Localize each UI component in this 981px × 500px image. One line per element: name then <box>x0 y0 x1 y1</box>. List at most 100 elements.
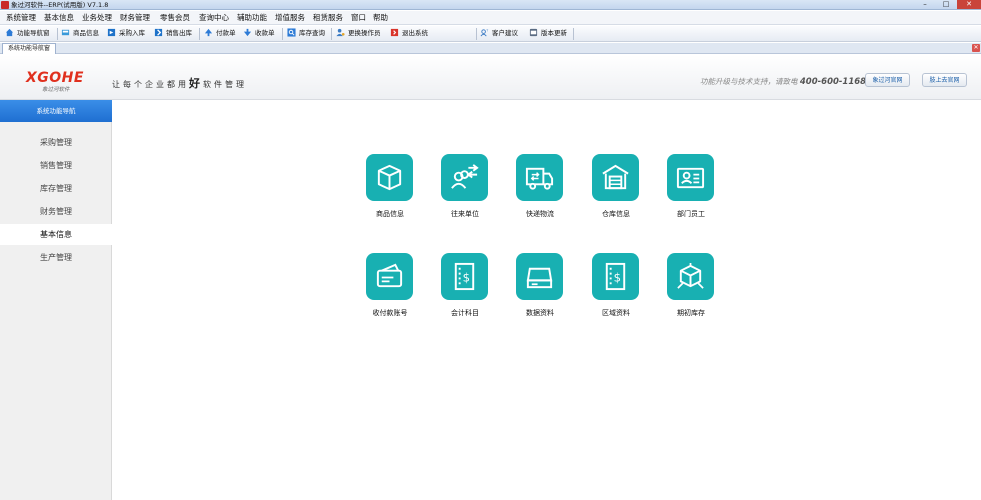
header-banner: XGOHE 象过河软件 让每个企业都用好软件管理 功能升级与技术支持，请致电 4… <box>0 55 981 100</box>
tile-icon-box <box>592 154 639 201</box>
toolbar-separator <box>331 28 332 40</box>
toolbar-exit-button[interactable]: 退出系统 <box>390 27 428 41</box>
toolbar-separator <box>476 28 477 40</box>
sidebar-header: 系统功能导航 <box>0 100 112 122</box>
toolbar-stock-query-button[interactable]: 库存查询 <box>287 27 325 41</box>
svg-text:?: ? <box>486 28 488 32</box>
sidebar-item-inventory[interactable]: 库存管理 <box>0 178 112 199</box>
minimize-button[interactable]: – <box>915 0 935 9</box>
product-icon <box>61 29 70 35</box>
tile-label: 仓库信息 <box>602 211 630 218</box>
menu-help[interactable]: 帮助 <box>373 11 388 25</box>
tile-icon-box <box>366 154 413 201</box>
menu-finance[interactable]: 财务管理 <box>120 11 150 25</box>
user-switch-icon <box>336 28 345 36</box>
slogan-pre: 让每个企业都用 <box>112 80 189 89</box>
toolbar-switch-user-button[interactable]: 更换操作员 <box>336 27 381 41</box>
toolbar-purchase-button[interactable]: 采购入库 <box>107 27 145 41</box>
tile-icon-box <box>516 154 563 201</box>
brand-subtitle: 象过河软件 <box>42 87 70 93</box>
box-icon <box>377 164 402 191</box>
support-phone: 400-600-1168 <box>799 77 867 87</box>
close-window-button[interactable]: ✕ <box>957 0 981 9</box>
maximize-button[interactable]: □ <box>936 0 956 9</box>
tile-icon-box <box>667 253 714 300</box>
close-tab-icon[interactable]: ✕ <box>972 44 980 52</box>
toolbar-product-button[interactable]: 商品信息 <box>61 27 99 41</box>
menu-value-added[interactable]: 增值服务 <box>275 11 305 25</box>
support-text: 功能升级与技术支持，请致电 <box>700 77 798 86</box>
window-titlebar: 象过河软件--ERP(试用版) V7.1.8 – □ ✕ <box>0 0 981 10</box>
search-icon <box>287 28 296 37</box>
tile-label: 会计科目 <box>451 310 479 317</box>
menu-system[interactable]: 系统管理 <box>6 11 36 25</box>
window-title: 象过河软件--ERP(试用版) V7.1.8 <box>11 1 109 9</box>
svg-text:$: $ <box>614 270 621 284</box>
toolbar-pay-button[interactable]: 付款单 <box>204 27 236 41</box>
truck-icon <box>525 167 554 190</box>
menu-retail[interactable]: 零售会员 <box>160 11 190 25</box>
sidebar-item-purchase[interactable]: 采购管理 <box>0 132 112 153</box>
drive-icon <box>526 267 553 289</box>
sidebar-item-finance[interactable]: 财务管理 <box>0 201 112 222</box>
toolbar-update-button[interactable]: 版本更新 <box>529 27 567 41</box>
id-card-icon <box>676 167 705 189</box>
toolbar-sales-button[interactable]: 销售出库 <box>154 27 192 41</box>
sidebar-item-production[interactable]: 生产管理 <box>0 247 112 268</box>
wallet-icon <box>376 263 403 288</box>
feedback-icon: ? <box>480 28 488 37</box>
purchase-icon <box>107 28 116 36</box>
tile-icon-box: $ <box>441 253 488 300</box>
sidebar-item-basic-info[interactable]: 基本信息 <box>0 224 112 245</box>
toolbar-feedback-button[interactable]: ? 客户建议 <box>480 27 518 41</box>
tile-label: 区域资料 <box>602 310 630 317</box>
brand-logo: XGOHE <box>26 70 84 86</box>
menu-aux[interactable]: 辅助功能 <box>237 11 267 25</box>
sales-icon <box>154 28 163 36</box>
toolbar-separator <box>573 28 574 40</box>
tile-icon-box <box>516 253 563 300</box>
receive-icon <box>243 28 252 36</box>
tab-nav-window[interactable]: 系统功能导航窗 <box>2 43 56 54</box>
toolbar-separator <box>199 28 200 40</box>
toolbar-nav-button[interactable]: 功能导航窗 <box>5 27 50 41</box>
cube-icon <box>677 262 704 289</box>
ledger-icon: $ <box>454 262 475 291</box>
official-site-button[interactable]: 象过河官网 <box>865 73 910 87</box>
tile-label: 数据资料 <box>526 310 554 317</box>
menu-bar: 系统管理 基本信息 业务处理 财务管理 零售会员 查询中心 辅助功能 增值服务 … <box>0 11 981 25</box>
toolbar: 功能导航窗 商品信息 采购入库 销售出库 付款单 收款单 库存查询 更换操作员 … <box>0 26 981 42</box>
sidebar-item-sales[interactable]: 销售管理 <box>0 155 112 176</box>
region-book-icon: $ <box>605 262 626 291</box>
toolbar-separator <box>57 28 58 40</box>
app-icon <box>1 1 9 9</box>
home-icon <box>5 28 14 36</box>
document-tabstrip: 系统功能导航窗 ✕ <box>0 43 981 54</box>
support-info: 功能升级与技术支持，请致电 400-600-1168 <box>700 76 866 87</box>
toolbar-receive-button[interactable]: 收款单 <box>243 27 275 41</box>
toolbar-separator <box>282 28 283 40</box>
svg-text:$: $ <box>463 270 470 284</box>
update-icon <box>529 28 538 36</box>
menu-query[interactable]: 查询中心 <box>199 11 229 25</box>
slogan-highlight: 好 <box>189 77 203 90</box>
menu-business[interactable]: 业务处理 <box>82 11 112 25</box>
pay-icon <box>204 28 213 36</box>
tile-icon-box <box>667 154 714 201</box>
menu-basic-info[interactable]: 基本信息 <box>44 11 74 25</box>
tile-icon-box <box>441 154 488 201</box>
tile-icon-box <box>366 253 413 300</box>
tile-label: 期初库存 <box>677 310 705 317</box>
go-official-site-button[interactable]: 肢上去官网 <box>922 73 967 87</box>
warehouse-icon <box>602 164 629 190</box>
tile-label: 快递物流 <box>526 211 554 218</box>
tile-label: 商品信息 <box>376 211 404 218</box>
slogan: 让每个企业都用好软件管理 <box>112 75 247 91</box>
menu-lease[interactable]: 租赁服务 <box>313 11 343 25</box>
tile-icon-box: $ <box>592 253 639 300</box>
tile-label: 往来单位 <box>451 211 479 218</box>
sidebar: 系统功能导航 采购管理 销售管理 库存管理 财务管理 基本信息 生产管理 <box>0 100 112 500</box>
partners-icon <box>451 164 479 189</box>
tile-label: 部门员工 <box>677 211 705 218</box>
menu-window[interactable]: 窗口 <box>351 11 366 25</box>
